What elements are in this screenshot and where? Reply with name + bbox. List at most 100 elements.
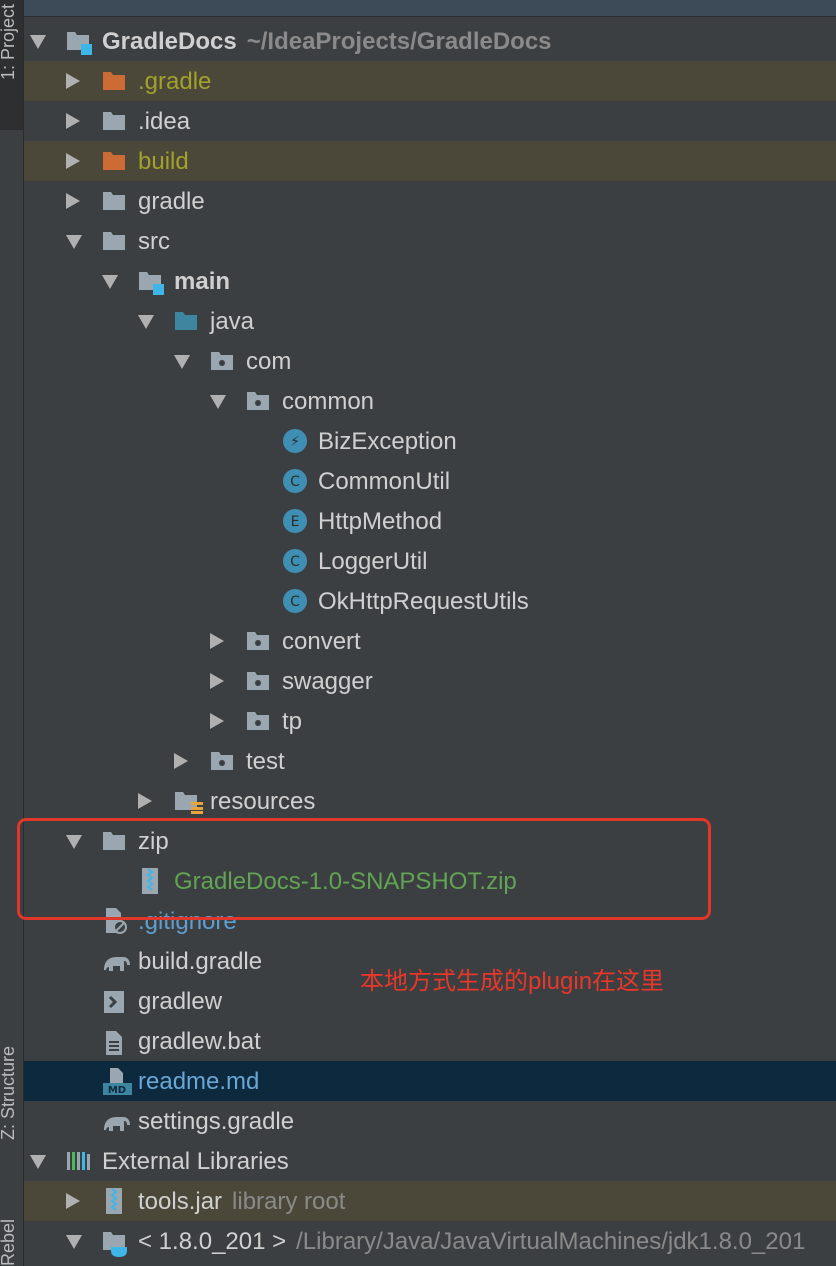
structure-tab-label[interactable]: Z: Structure bbox=[0, 1046, 19, 1140]
tree-node-label: convert bbox=[282, 628, 361, 656]
tree-node-label: src bbox=[138, 228, 170, 256]
tree-node[interactable]: com bbox=[24, 341, 836, 381]
markdown-icon: MD bbox=[102, 1068, 132, 1096]
collapsed-arrow-icon[interactable] bbox=[66, 153, 80, 169]
tree-node[interactable]: gradlew.bat bbox=[24, 1021, 836, 1061]
svg-text:C: C bbox=[290, 594, 300, 610]
module-folder-icon bbox=[138, 270, 164, 295]
tree-node[interactable]: test bbox=[24, 741, 836, 781]
tree-node[interactable]: convert bbox=[24, 621, 836, 661]
collapsed-arrow-icon[interactable] bbox=[210, 673, 224, 689]
node-name: readme.md bbox=[138, 1068, 260, 1095]
package-icon bbox=[246, 630, 270, 652]
collapsed-arrow-icon[interactable] bbox=[210, 713, 224, 729]
node-name: tp bbox=[282, 708, 303, 735]
project-tab-label[interactable]: 1: Project bbox=[0, 4, 19, 80]
tree-node[interactable]: GradleDocs ~/IdeaProjects/GradleDocs bbox=[24, 21, 836, 61]
tree-node[interactable]: .gradle bbox=[24, 61, 836, 101]
highlight-box bbox=[17, 818, 711, 920]
tree-node-label: com bbox=[246, 348, 291, 376]
svg-text:MD: MD bbox=[108, 1085, 126, 1095]
tree-node-label: swagger bbox=[282, 668, 373, 696]
svg-text:C: C bbox=[290, 554, 300, 570]
node-path-hint: library root bbox=[232, 1188, 346, 1215]
expanded-arrow-icon[interactable] bbox=[210, 395, 226, 409]
tree-node[interactable]: settings.gradle bbox=[24, 1101, 836, 1141]
class-icon: C bbox=[282, 589, 307, 613]
node-name: com bbox=[246, 348, 292, 375]
tree-node-label: CommonUtil bbox=[318, 468, 450, 496]
tree-node[interactable]: C LoggerUtil bbox=[24, 541, 836, 581]
tree-node[interactable]: E HttpMethod bbox=[24, 501, 836, 541]
tree-node[interactable]: gradle bbox=[24, 181, 836, 221]
node-name: build.gradle bbox=[138, 948, 263, 975]
node-path-hint: /Library/Java/JavaVirtualMachines/jdk1.8… bbox=[296, 1228, 806, 1255]
node-name: < 1.8.0_201 > bbox=[138, 1228, 287, 1255]
node-name: tools.jar bbox=[138, 1188, 223, 1215]
tree-node-label: HttpMethod bbox=[318, 508, 442, 536]
node-name: OkHttpRequestUtils bbox=[318, 588, 529, 615]
node-name: External Libraries bbox=[102, 1148, 289, 1175]
jdk-folder-icon bbox=[102, 1230, 127, 1257]
tree-node-label: gradlew bbox=[138, 988, 222, 1016]
expanded-arrow-icon[interactable] bbox=[30, 35, 46, 49]
excluded-folder-icon bbox=[102, 70, 126, 92]
tree-node[interactable]: build bbox=[24, 141, 836, 181]
tree-node[interactable]: C CommonUtil bbox=[24, 461, 836, 501]
node-name: gradle bbox=[138, 188, 205, 215]
excluded-folder-icon bbox=[102, 150, 126, 172]
expanded-arrow-icon[interactable] bbox=[174, 355, 190, 369]
collapsed-arrow-icon[interactable] bbox=[138, 793, 152, 809]
tree-node[interactable]: .idea bbox=[24, 101, 836, 141]
collapsed-arrow-icon[interactable] bbox=[66, 193, 80, 209]
class-icon: C bbox=[282, 549, 307, 573]
tree-node-label: tools.jar library root bbox=[138, 1188, 345, 1216]
tree-node-label: build bbox=[138, 148, 189, 176]
tree-node[interactable]: < 1.8.0_201 > /Library/Java/JavaVirtualMa… bbox=[24, 1221, 836, 1261]
node-name: .idea bbox=[138, 108, 191, 135]
tree-node-label: gradlew.bat bbox=[138, 1028, 261, 1056]
tree-node[interactable]: tools.jar library root bbox=[24, 1181, 836, 1221]
node-name: test bbox=[246, 748, 285, 775]
collapsed-arrow-icon[interactable] bbox=[210, 633, 224, 649]
tree-node-label: build.gradle bbox=[138, 948, 262, 976]
tree-node[interactable]: MD readme.md bbox=[24, 1061, 836, 1101]
node-name: GradleDocs bbox=[102, 28, 237, 55]
expanded-arrow-icon[interactable] bbox=[102, 275, 118, 289]
tree-node[interactable]: C OkHttpRequestUtils bbox=[24, 581, 836, 621]
annotation-text: 本地方式生成的plugin在这里 bbox=[360, 968, 665, 995]
node-name: gradlew.bat bbox=[138, 1028, 261, 1055]
tree-node[interactable]: src bbox=[24, 221, 836, 261]
tree-node-label: BizException bbox=[318, 428, 457, 456]
tree-node[interactable]: common bbox=[24, 381, 836, 421]
expanded-arrow-icon[interactable] bbox=[30, 1155, 46, 1169]
node-name: convert bbox=[282, 628, 361, 655]
expanded-arrow-icon[interactable] bbox=[66, 235, 82, 249]
libraries-icon bbox=[66, 1150, 90, 1172]
rebel-tab-label[interactable]: Rebel bbox=[0, 1219, 19, 1266]
collapsed-arrow-icon[interactable] bbox=[174, 753, 188, 769]
expanded-arrow-icon[interactable] bbox=[138, 315, 154, 329]
tree-node[interactable]: ⚡ BizException bbox=[24, 421, 836, 461]
tree-node-label: settings.gradle bbox=[138, 1108, 294, 1136]
tree-node[interactable]: swagger bbox=[24, 661, 836, 701]
tree-node[interactable]: resources bbox=[24, 781, 836, 821]
tree-node-label: common bbox=[282, 388, 374, 416]
tree-node-label: External Libraries bbox=[102, 1148, 289, 1176]
tree-node-label: .idea bbox=[138, 108, 190, 136]
node-name: main bbox=[174, 268, 231, 295]
tree-node[interactable]: External Libraries bbox=[24, 1141, 836, 1181]
folder-icon bbox=[102, 230, 126, 252]
tree-node[interactable]: main bbox=[24, 261, 836, 301]
tree-node-label: < 1.8.0_201 > /Library/Java/JavaVirtualMa… bbox=[138, 1228, 805, 1256]
collapsed-arrow-icon[interactable] bbox=[66, 73, 80, 89]
tree-node[interactable]: java bbox=[24, 301, 836, 341]
collapsed-arrow-icon[interactable] bbox=[66, 1193, 80, 1209]
exception-class-icon: ⚡ bbox=[282, 429, 307, 453]
node-name: HttpMethod bbox=[318, 508, 443, 535]
collapsed-arrow-icon[interactable] bbox=[66, 113, 80, 129]
expanded-arrow-icon[interactable] bbox=[66, 1235, 82, 1249]
tree-node[interactable]: tp bbox=[24, 701, 836, 741]
node-name: common bbox=[282, 388, 375, 415]
folder-icon bbox=[102, 190, 126, 212]
